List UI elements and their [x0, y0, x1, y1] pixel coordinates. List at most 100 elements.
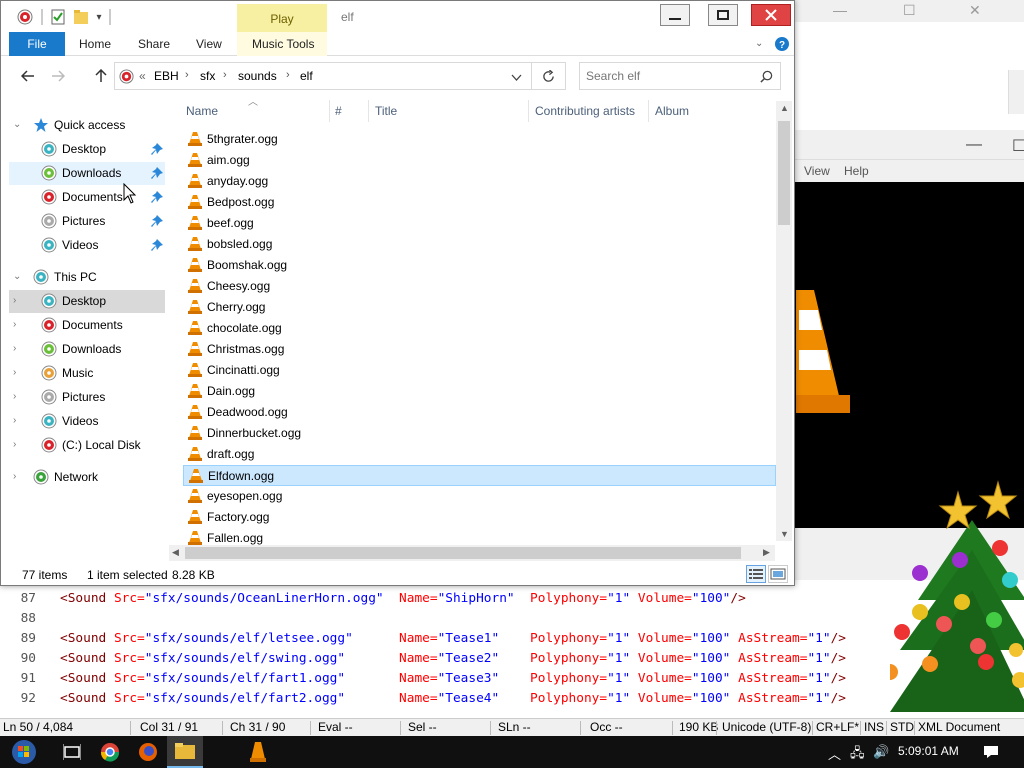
file-row[interactable]: Elfdown.ogg — [183, 465, 776, 486]
nav-pc-downloads[interactable]: › Downloads — [9, 338, 165, 361]
code-line[interactable]: 87 <Sound Src="sfx/sounds/OceanLinerHorn.… — [0, 589, 1024, 609]
nav-pc-pictures[interactable]: › Pictures — [9, 386, 165, 409]
breadcrumb-sounds[interactable]: sounds — [238, 69, 277, 83]
taskbar-vlc[interactable] — [240, 736, 276, 768]
nav-pc-c-local-disk[interactable]: › (C:) Local Disk — [9, 434, 165, 457]
new-folder-button[interactable] — [71, 7, 91, 27]
file-row[interactable]: Factory.ogg — [183, 507, 776, 528]
vertical-scrollbar[interactable]: ▲ ▼ — [776, 101, 792, 541]
minimize-icon[interactable]: — — [966, 136, 982, 154]
status-doctype[interactable]: XML Document — [918, 720, 1000, 734]
tab-share[interactable]: Share — [138, 32, 170, 56]
help-icon[interactable]: ? — [775, 37, 789, 51]
status-std[interactable]: STD — [890, 720, 914, 734]
code-line[interactable]: 92 <Sound Src="sfx/sounds/elf/fart2.ogg" … — [0, 689, 1024, 709]
vlc-menu-help[interactable]: Help — [844, 164, 869, 178]
file-row[interactable]: bobsled.ogg — [183, 234, 776, 255]
column-header-title[interactable]: Title — [375, 104, 397, 118]
column-header-number[interactable]: # — [335, 104, 342, 118]
taskbar-clock[interactable]: 5:09:01 AM — [898, 744, 959, 758]
maximize-button[interactable] — [708, 4, 738, 26]
scroll-thumb[interactable] — [185, 547, 741, 559]
vlc-menu-view[interactable]: View — [804, 164, 830, 178]
contextual-tab-play[interactable]: Play — [237, 12, 327, 26]
explorer-app-icon[interactable] — [15, 7, 35, 27]
nav-quick-downloads[interactable]: Downloads — [9, 162, 165, 185]
nav-quick-documents[interactable]: Documents — [9, 186, 165, 209]
file-row[interactable]: Christmas.ogg — [183, 339, 776, 360]
file-row[interactable]: anyday.ogg — [183, 171, 776, 192]
chevron-right-icon[interactable]: › — [13, 439, 16, 450]
file-row[interactable]: beef.ogg — [183, 213, 776, 234]
breadcrumb-separator-icon[interactable]: › — [185, 69, 189, 81]
refresh-button[interactable] — [532, 62, 566, 90]
nav-pc-desktop[interactable]: › Desktop — [9, 290, 165, 313]
tab-view[interactable]: View — [196, 32, 222, 56]
network-icon[interactable]: 🖧 — [850, 744, 865, 766]
file-row[interactable]: Bedpost.ogg — [183, 192, 776, 213]
nav-quick-access[interactable]: ⌄ Quick access — [9, 114, 165, 137]
nav-quick-videos[interactable]: Videos — [9, 234, 165, 257]
taskbar-chrome[interactable] — [92, 736, 128, 768]
search-icon[interactable] — [760, 70, 773, 83]
customize-toolbar-chevron-icon[interactable]: ▾ — [93, 7, 105, 27]
status-eol[interactable]: CR+LF* — [816, 720, 859, 734]
chevron-right-icon[interactable]: › — [13, 367, 16, 378]
taskbar-file-explorer[interactable] — [167, 736, 203, 768]
file-row[interactable]: Boomshak.ogg — [183, 255, 776, 276]
action-center-icon[interactable] — [983, 745, 999, 759]
maximize-icon[interactable]: ☐ — [1012, 136, 1024, 156]
pin-icon[interactable] — [150, 238, 164, 252]
nav-this-pc[interactable]: ⌄ This PC — [9, 266, 165, 289]
up-arrow-icon[interactable] — [95, 69, 107, 83]
address-bar[interactable]: « EBH › sfx › sounds › elf — [114, 62, 532, 90]
status-ins[interactable]: INS — [864, 720, 884, 734]
expand-ribbon-chevron-icon[interactable]: ⌄ — [755, 32, 763, 56]
nav-pc-videos[interactable]: › Videos — [9, 410, 165, 433]
code-line[interactable]: 91 <Sound Src="sfx/sounds/elf/fart1.ogg" … — [0, 669, 1024, 689]
code-line[interactable]: 90 <Sound Src="sfx/sounds/elf/swing.ogg" … — [0, 649, 1024, 669]
breadcrumb-sfx[interactable]: sfx — [200, 69, 215, 83]
forward-arrow-icon[interactable] — [51, 70, 65, 82]
nav-pc-documents[interactable]: › Documents — [9, 314, 165, 337]
scroll-right-arrow-icon[interactable]: ▶ — [763, 547, 770, 558]
minimize-button[interactable] — [660, 4, 690, 26]
breadcrumb-separator-icon[interactable]: › — [286, 69, 290, 81]
file-row[interactable]: draft.ogg — [183, 444, 776, 465]
nav-network[interactable]: › Network — [9, 466, 165, 489]
breadcrumb-ebh[interactable]: EBH — [154, 69, 179, 83]
pin-icon[interactable] — [150, 190, 164, 204]
file-row[interactable]: Cincinatti.ogg — [183, 360, 776, 381]
minimize-icon[interactable]: — — [833, 2, 847, 18]
scroll-thumb[interactable] — [778, 121, 790, 225]
column-header-contributing-artists[interactable]: Contributing artists — [535, 104, 635, 118]
breadcrumb-separator-icon[interactable]: › — [223, 69, 227, 81]
column-header-name[interactable]: Name — [186, 104, 218, 118]
chevron-down-icon[interactable]: ⌄ — [13, 119, 21, 130]
file-row[interactable]: Cherry.ogg — [183, 297, 776, 318]
taskbar-firefox[interactable] — [130, 736, 166, 768]
file-row[interactable]: Cheesy.ogg — [183, 276, 776, 297]
file-row[interactable]: 5thgrater.ogg — [183, 129, 776, 150]
code-line[interactable]: 88 — [0, 609, 1024, 629]
column-header-album[interactable]: Album — [655, 104, 689, 118]
file-row[interactable]: eyesopen.ogg — [183, 486, 776, 507]
file-row[interactable]: chocolate.ogg — [183, 318, 776, 339]
background-scrollbar[interactable] — [1008, 70, 1024, 114]
file-row[interactable]: Dinnerbucket.ogg — [183, 423, 776, 444]
details-view-button[interactable] — [746, 565, 766, 583]
code-editor[interactable]: 87 <Sound Src="sfx/sounds/OceanLinerHorn.… — [0, 585, 1024, 718]
tab-home[interactable]: Home — [79, 32, 111, 56]
nav-quick-pictures[interactable]: Pictures — [9, 210, 165, 233]
pin-icon[interactable] — [150, 214, 164, 228]
nav-pc-music[interactable]: › Music — [9, 362, 165, 385]
nav-quick-desktop[interactable]: Desktop — [9, 138, 165, 161]
volume-icon[interactable]: 🔊 — [873, 744, 889, 760]
close-icon[interactable]: ✕ — [969, 2, 981, 19]
properties-button[interactable] — [48, 7, 68, 27]
chevron-right-icon[interactable]: › — [13, 415, 16, 426]
chevron-right-icon[interactable]: › — [13, 343, 16, 354]
task-view-button[interactable] — [54, 736, 90, 768]
scroll-left-arrow-icon[interactable]: ◀ — [172, 547, 179, 558]
pin-icon[interactable] — [150, 142, 164, 156]
